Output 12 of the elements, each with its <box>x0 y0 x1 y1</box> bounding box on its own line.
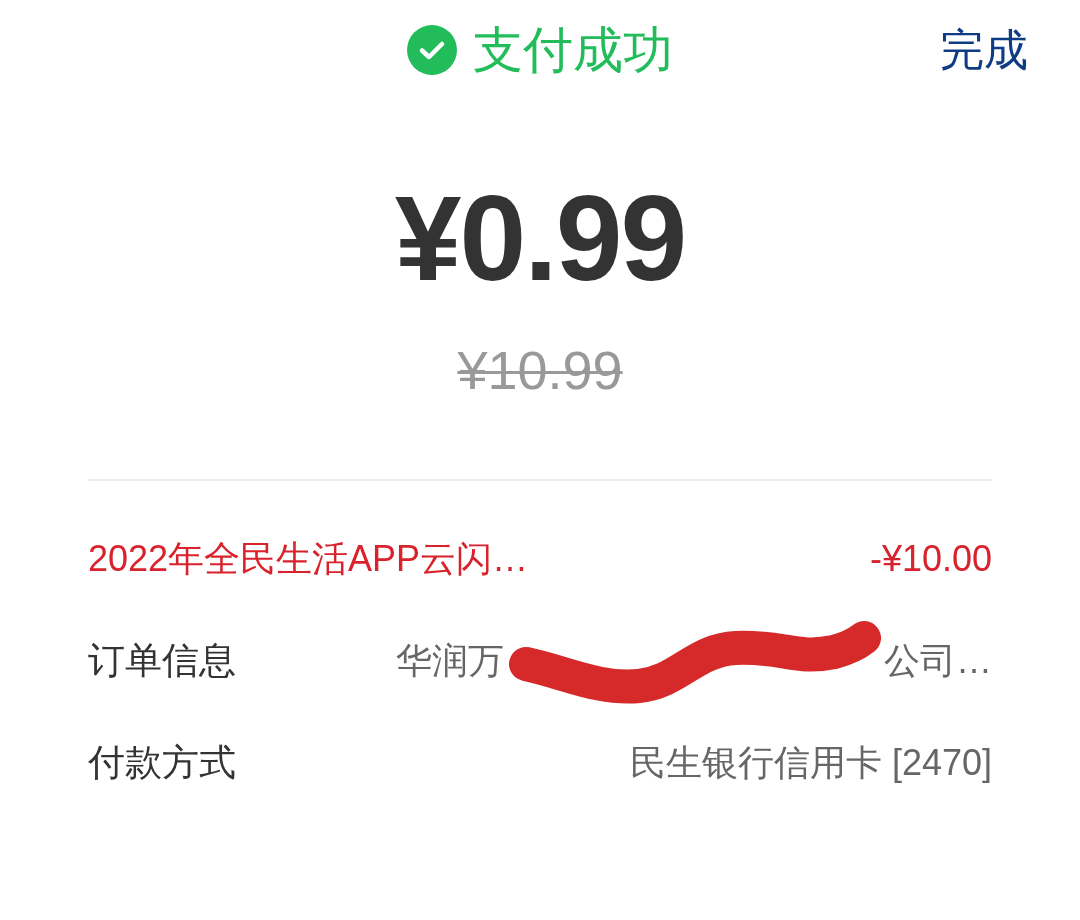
detail-label: 订单信息 <box>88 638 236 683</box>
detail-value: 华润万 <box>396 639 504 683</box>
detail-value: 公司… <box>884 639 992 683</box>
payment-status-title: 支付成功 <box>473 21 673 80</box>
detail-value: 民生银行信用卡 [2470] <box>629 741 992 785</box>
paid-amount: ¥0.99 <box>394 170 686 307</box>
done-button[interactable]: 完成 <box>940 23 1028 77</box>
discount-amount: -¥10.00 <box>869 537 992 581</box>
original-price: ¥10.99 <box>457 339 623 402</box>
discount-name: 2022年全民生活APP云闪… <box>88 537 529 581</box>
detail-label: 付款方式 <box>88 740 236 785</box>
check-circle-icon <box>407 25 457 75</box>
